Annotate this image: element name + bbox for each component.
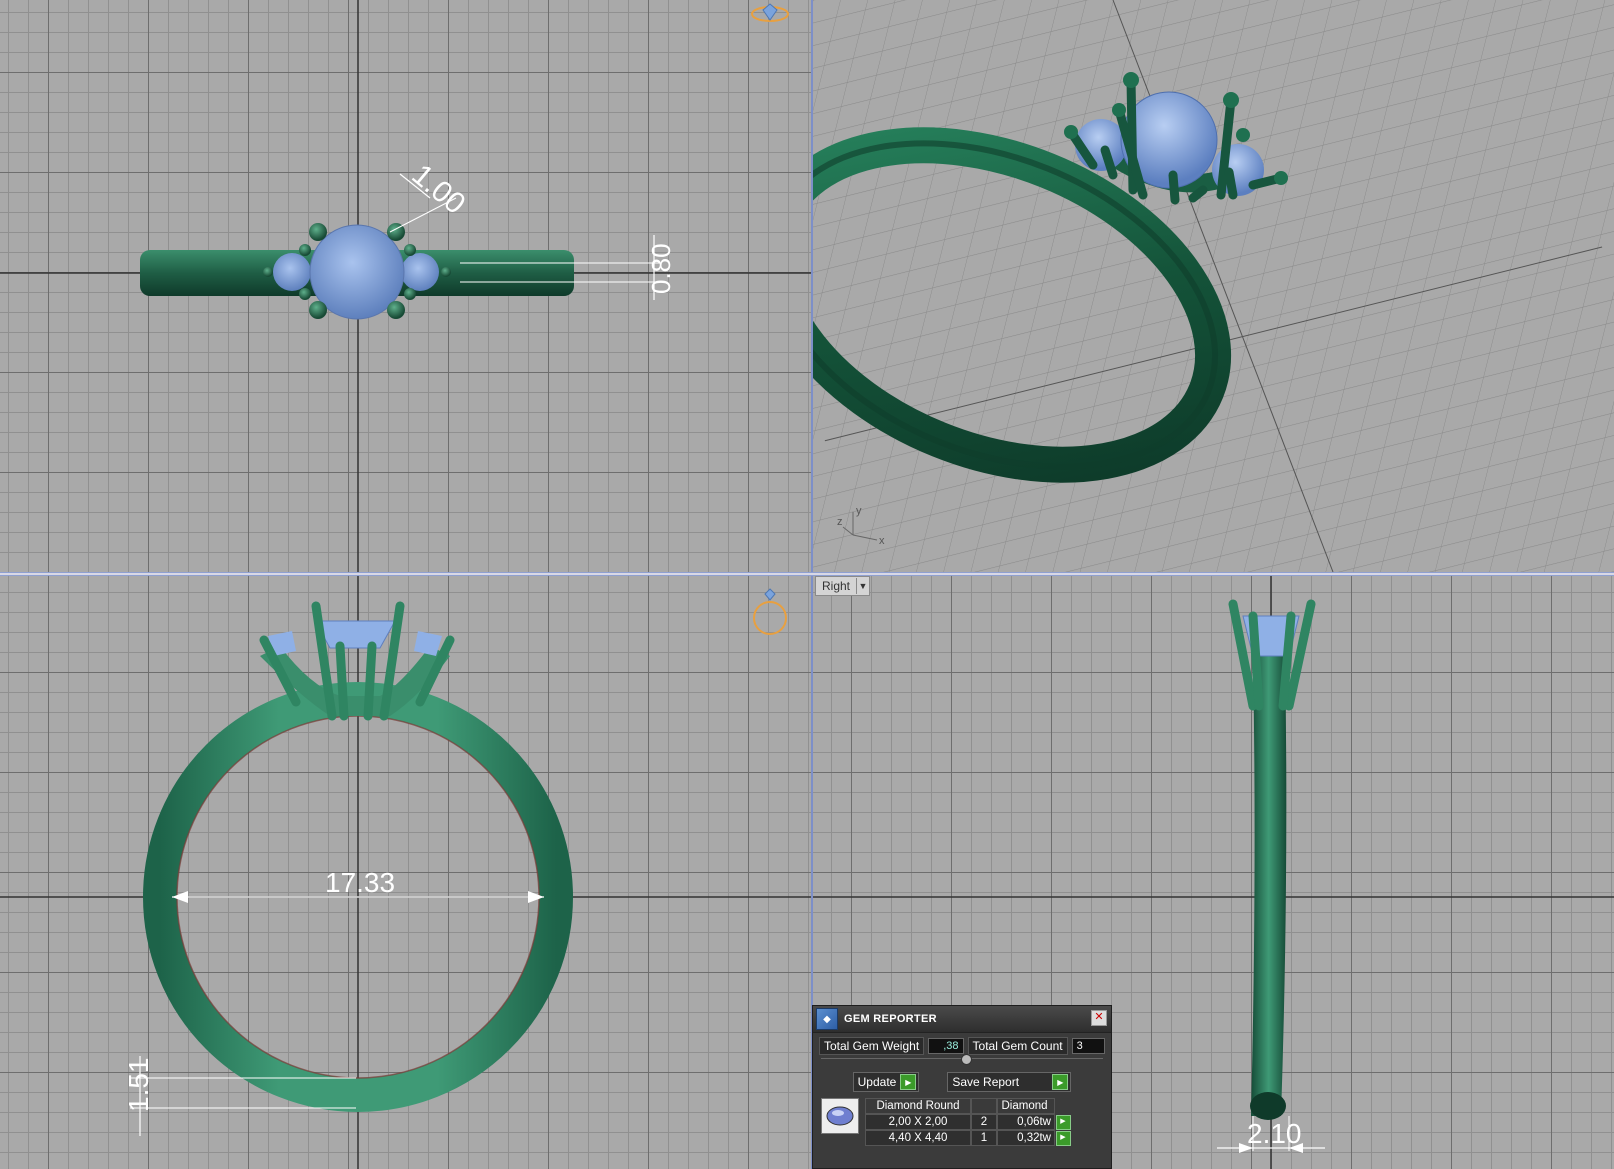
gem-round-icon bbox=[821, 1098, 859, 1134]
right-dimension-width: 2.10 bbox=[1247, 1118, 1302, 1149]
gem-size: 2,00 X 2,00 bbox=[865, 1114, 971, 1130]
gem-count: 1 bbox=[971, 1130, 997, 1146]
gem-weight: 0,06tw bbox=[997, 1114, 1055, 1130]
header-shape: Diamond Round bbox=[865, 1098, 971, 1114]
gem-table-header: Diamond Round Diamond bbox=[865, 1098, 1077, 1114]
axis-z-label: z bbox=[837, 516, 843, 528]
play-icon: ▶ bbox=[1055, 1114, 1071, 1130]
play-icon: ▶ bbox=[900, 1074, 917, 1090]
front-dimension-inner: 17.33 bbox=[325, 867, 395, 898]
total-count-value: 3 bbox=[1071, 1038, 1105, 1054]
top-view-ring-icon bbox=[751, 3, 789, 22]
front-viewport[interactable]: 17.33 1.51 bbox=[0, 576, 811, 1169]
front-dimension-band: 1.51 bbox=[123, 1058, 154, 1113]
update-button[interactable]: Update ▶ bbox=[852, 1072, 920, 1092]
gem-weight: 0,32tw bbox=[997, 1130, 1055, 1146]
gem-count: 2 bbox=[971, 1114, 997, 1130]
table-row[interactable]: 4,40 X 4,40 1 0,32tw ▶ bbox=[865, 1130, 1077, 1146]
front-view-ring-icon bbox=[753, 588, 787, 635]
gem-reporter-panel: ◆ GEM REPORTER ✕ Total Gem Weight ,38 To… bbox=[812, 1005, 1112, 1169]
view-selector[interactable]: Right ▼ bbox=[815, 576, 871, 596]
play-icon: ▶ bbox=[1055, 1130, 1071, 1146]
save-report-button[interactable]: Save Report ▶ bbox=[947, 1072, 1072, 1092]
gem-reporter-titlebar[interactable]: ◆ GEM REPORTER ✕ bbox=[813, 1006, 1111, 1033]
perspective-drawing: y x z bbox=[813, 0, 1614, 572]
top-dimension-width: 1.00 bbox=[406, 158, 472, 221]
gem-reporter-title: GEM REPORTER bbox=[844, 1013, 937, 1025]
top-dimension-height: 0.80 bbox=[646, 243, 676, 294]
save-report-button-label: Save Report bbox=[952, 1075, 1020, 1089]
gem-reporter-icon: ◆ bbox=[816, 1008, 838, 1030]
gem-reporter-slider[interactable] bbox=[821, 1054, 1103, 1069]
header-count bbox=[971, 1098, 997, 1114]
viewport-divider-horizontal[interactable] bbox=[0, 572, 1614, 576]
viewport-divider-vertical[interactable] bbox=[811, 0, 813, 1169]
total-weight-value: ,38 bbox=[928, 1038, 964, 1054]
close-icon[interactable]: ✕ bbox=[1091, 1010, 1107, 1026]
play-icon: ▶ bbox=[1052, 1074, 1069, 1090]
update-button-label: Update bbox=[857, 1075, 897, 1089]
total-weight-label: Total Gem Weight bbox=[819, 1037, 925, 1055]
view-selector-label: Right bbox=[822, 579, 851, 593]
top-view-drawing: 1.00 0.80 bbox=[0, 0, 811, 572]
row-select-button[interactable]: ▶ bbox=[1055, 1130, 1071, 1146]
slider-knob[interactable] bbox=[961, 1054, 972, 1065]
total-count-label: Total Gem Count bbox=[967, 1037, 1068, 1055]
side-gem-left bbox=[273, 253, 311, 291]
axis-y-label: y bbox=[856, 505, 862, 517]
front-view-drawing: 17.33 1.51 bbox=[0, 576, 811, 1169]
perspective-viewport[interactable]: y x z bbox=[813, 0, 1614, 572]
row-select-button[interactable]: ▶ bbox=[1055, 1114, 1071, 1130]
top-viewport[interactable]: 1.00 0.80 bbox=[0, 0, 811, 572]
chevron-down-icon[interactable]: ▼ bbox=[856, 578, 869, 594]
ring-right bbox=[1251, 656, 1287, 1116]
side-gem-right bbox=[401, 253, 439, 291]
gem-size: 4,40 X 4,40 bbox=[865, 1130, 971, 1146]
axis-x-label: x bbox=[879, 535, 885, 547]
table-row[interactable]: 2,00 X 2,00 2 0,06tw ▶ bbox=[865, 1114, 1077, 1130]
header-material: Diamond bbox=[997, 1098, 1055, 1114]
